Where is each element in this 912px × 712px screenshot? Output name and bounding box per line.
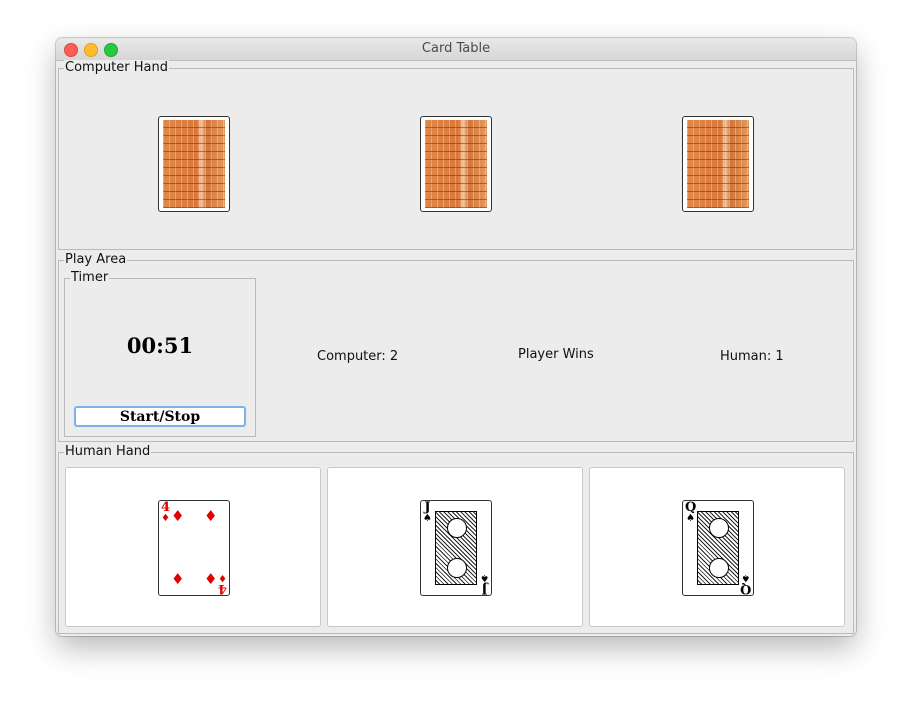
- spade-icon: ♠: [480, 572, 489, 583]
- computer-card-1: [158, 116, 230, 212]
- timer-display: 00:51: [126, 333, 194, 358]
- human-card-2[interactable]: J ♠ J ♠: [420, 500, 492, 596]
- human-card-slot-3[interactable]: Q ♠ Q ♠: [589, 467, 845, 627]
- card-corner-bottom: 4 ♦: [217, 572, 227, 596]
- play-area-panel: Play Area Timer 00:51 Start/Stop Compute…: [58, 252, 854, 442]
- face-head: [447, 518, 467, 538]
- face-head: [709, 518, 729, 538]
- play-area-legend: Play Area: [64, 252, 128, 268]
- card-corner-bottom: J ♠: [480, 572, 489, 596]
- window-title: Card Table: [421, 41, 491, 56]
- human-hand-panel: Human Hand 4 ♦ ♦ ♦ ♦ ♦ 4 ♦ J ♠ J ♠ Q ♠ Q…: [58, 444, 854, 634]
- card-rank: Q: [739, 581, 751, 596]
- card-corner-bottom: Q ♠: [739, 572, 751, 596]
- diamond-icon: ♦: [204, 570, 218, 588]
- diamond-icon: ♦: [161, 513, 170, 524]
- human-score: Human: 1: [720, 349, 784, 364]
- timer-legend: Timer: [70, 270, 110, 286]
- computer-card-3: [682, 116, 754, 212]
- human-card-slot-1[interactable]: 4 ♦ ♦ ♦ ♦ ♦ 4 ♦: [65, 467, 321, 627]
- jack-face-illustration: [435, 511, 477, 585]
- diamond-icon: ♦: [218, 572, 227, 583]
- human-card-3[interactable]: Q ♠ Q ♠: [682, 500, 754, 596]
- diamond-icon: ♦: [204, 507, 218, 525]
- computer-hand-panel: Computer Hand: [58, 60, 854, 250]
- spade-icon: ♠: [686, 513, 696, 524]
- human-card-1[interactable]: 4 ♦ ♦ ♦ ♦ ♦ 4 ♦: [158, 500, 230, 596]
- start-stop-button[interactable]: Start/Stop: [74, 406, 246, 427]
- human-card-slot-2[interactable]: J ♠ J ♠: [327, 467, 583, 627]
- face-head: [447, 558, 467, 578]
- title-bar[interactable]: Card Table: [56, 38, 856, 61]
- spade-icon: ♠: [423, 513, 432, 524]
- card-back-icon: [425, 120, 487, 208]
- card-corner-top: J ♠: [423, 500, 432, 524]
- round-result: Player Wins: [518, 347, 594, 362]
- diamond-icon: ♦: [171, 570, 185, 588]
- queen-face-illustration: [697, 511, 739, 585]
- human-hand-legend: Human Hand: [64, 444, 152, 460]
- computer-hand-legend: Computer Hand: [64, 60, 169, 76]
- computer-score: Computer: 2: [317, 349, 399, 364]
- card-back-icon: [687, 120, 749, 208]
- face-head: [709, 558, 729, 578]
- timer-panel: Timer 00:51 Start/Stop: [64, 270, 256, 437]
- card-table-window: Card Table Computer Hand Play Area Timer…: [56, 38, 856, 636]
- computer-card-2: [420, 116, 492, 212]
- card-rank: Q: [685, 500, 697, 515]
- card-rank: 4: [161, 500, 171, 515]
- card-rank: J: [424, 500, 431, 515]
- card-back-icon: [163, 120, 225, 208]
- card-rank: 4: [217, 581, 227, 596]
- card-corner-top: Q ♠: [685, 500, 697, 524]
- card-rank: J: [481, 581, 488, 596]
- spade-icon: ♠: [740, 572, 750, 583]
- diamond-icon: ♦: [171, 507, 185, 525]
- card-corner-top: 4 ♦: [161, 500, 171, 524]
